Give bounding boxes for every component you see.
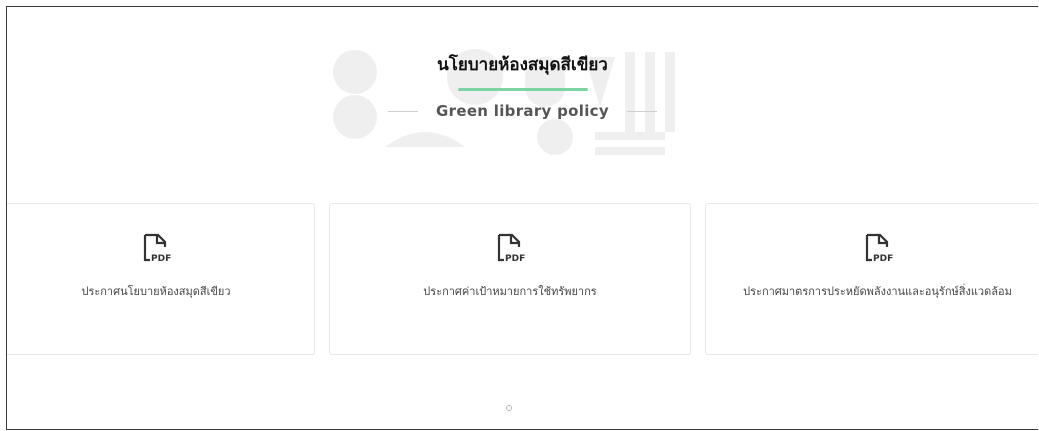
document-card-carousel: PDF ประกาศนโยบายห้องสมุดสีเขียว PDF ประก… xyxy=(7,203,1038,357)
document-card-label: ประกาศค่าเป้าหมายการใช้ทรัพยากร xyxy=(423,285,597,298)
subtitle-row: Green library policy xyxy=(7,102,1038,120)
pdf-file-icon: PDF xyxy=(143,233,171,264)
document-card[interactable]: PDF ประกาศมาตรการประหยัดพลังงานและอนุรัก… xyxy=(705,203,1038,355)
document-card-label: ประกาศมาตรการประหยัดพลังงานและอนุรักษ์สิ… xyxy=(743,285,1012,298)
section-title-english: Green library policy xyxy=(436,102,609,120)
page-frame: นโยบายห้องสมุดสีเขียว Green library poli… xyxy=(6,6,1038,430)
document-card[interactable]: PDF ประกาศค่าเป้าหมายการใช้ทรัพยากร xyxy=(329,203,691,355)
section-title-thai: นโยบายห้องสมุดสีเขียว xyxy=(437,55,608,75)
pdf-file-icon: PDF xyxy=(865,233,893,264)
document-card-label: ประกาศนโยบายห้องสมุดสีเขียว xyxy=(81,285,231,298)
pdf-icon-text: PDF xyxy=(505,254,525,264)
carousel-pagination-dot[interactable] xyxy=(506,405,512,411)
right-dash-divider xyxy=(626,110,657,112)
pdf-icon-text: PDF xyxy=(873,254,893,264)
pdf-icon-text: PDF xyxy=(151,254,171,264)
document-card[interactable]: PDF ประกาศนโยบายห้องสมุดสีเขียว xyxy=(7,203,315,355)
left-dash-divider xyxy=(388,110,419,112)
title-underline xyxy=(457,88,588,91)
pdf-file-icon: PDF xyxy=(497,233,525,264)
